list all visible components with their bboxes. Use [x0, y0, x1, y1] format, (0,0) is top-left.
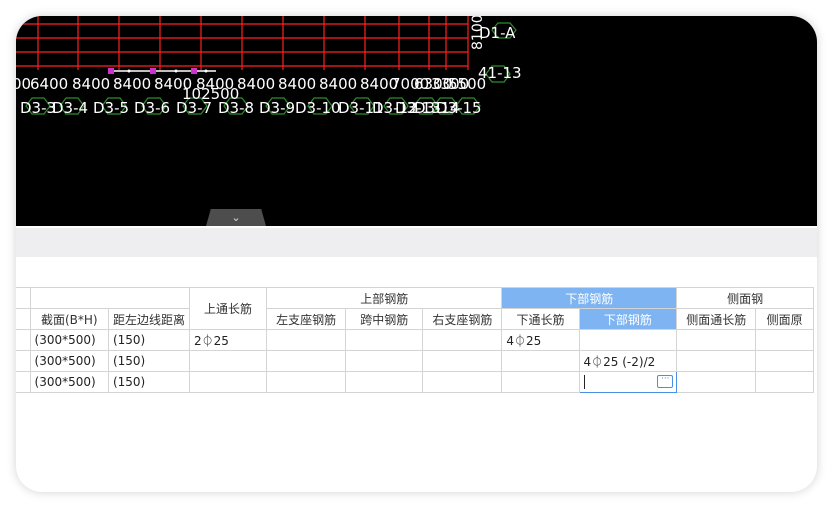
beam-labels: D3-3 D3-4 D3-5 D3-6 D3-7 D3-8 D3-9 D3-10…	[20, 99, 482, 117]
cell-side-through[interactable]	[676, 350, 757, 372]
app-window: D1-A 41-13 8100 00 6400 8400 8400 8400 8…	[16, 16, 817, 492]
cell-left-support[interactable]	[266, 371, 347, 393]
cell-left-dist[interactable]: (150)	[107, 329, 190, 351]
cell-top-through[interactable]	[188, 350, 268, 372]
cell-bottom-through[interactable]	[501, 371, 580, 393]
cell-side-extra[interactable]	[755, 350, 814, 372]
more-options-button[interactable]: ···	[657, 375, 674, 388]
cell-mid-span[interactable]	[345, 371, 424, 393]
header-group-side-rebar[interactable]: 侧面钢	[676, 287, 814, 309]
table-row: (300*500) (150) ···	[16, 371, 814, 393]
header-blank	[30, 287, 190, 309]
beam-label: D3-4	[52, 99, 88, 117]
header-bottom-through[interactable]: 下通长筋	[501, 308, 580, 330]
cell-bottom-rebar-editing[interactable]: ···	[578, 371, 678, 393]
header-group-top-rebar[interactable]: 上部钢筋	[266, 287, 503, 309]
row-index-cell[interactable]	[16, 329, 31, 351]
collapse-panel-button[interactable]: ⌄	[206, 209, 266, 226]
beam-label: D3-5	[93, 99, 129, 117]
row-index-cell[interactable]	[16, 371, 31, 393]
cell-bottom-through[interactable]	[501, 350, 580, 372]
axis-grid	[16, 16, 469, 70]
beam-label: D3-7	[176, 99, 212, 117]
dimension-labels: 00 6400 8400 8400 8400 8400 8400 8400 84…	[16, 75, 486, 93]
cell-left-support[interactable]	[266, 329, 347, 351]
cell-side-extra[interactable]	[755, 329, 814, 351]
cell-side-extra[interactable]	[755, 371, 814, 393]
dim-label: 8400	[237, 75, 275, 93]
cell-bottom-rebar[interactable]	[578, 329, 678, 351]
cell-mid-span[interactable]	[345, 329, 424, 351]
chevron-down-icon: ⌄	[231, 211, 241, 224]
header-side-extra[interactable]: 侧面原	[755, 308, 814, 330]
dim-label: 00	[16, 75, 31, 93]
header-row-index	[16, 308, 31, 330]
row-index-cell[interactable]	[16, 350, 31, 372]
header-side-through[interactable]: 侧面通长筋	[676, 308, 757, 330]
header-mid-span[interactable]: 跨中钢筋	[345, 308, 424, 330]
cell-left-dist[interactable]: (150)	[107, 350, 190, 372]
cell-left-dist[interactable]: (150)	[107, 371, 190, 393]
panel-separator	[16, 228, 817, 257]
beam-rebar-table: 上通长筋 上部钢筋 下部钢筋 侧面钢 截面(B*H) 距左边线距离 左支座钢筋 …	[16, 287, 817, 397]
dim-label: 8400	[278, 75, 316, 93]
cell-left-support[interactable]	[266, 350, 347, 372]
header-group-bottom-rebar[interactable]: 下部钢筋	[501, 287, 678, 309]
text-caret	[583, 375, 585, 390]
header-left-dist[interactable]: 距左边线距离	[107, 308, 190, 330]
cell-right-support[interactable]	[422, 329, 503, 351]
header-top-through[interactable]: 上通长筋	[188, 287, 268, 330]
vertical-dim-label: 8100	[470, 16, 486, 50]
cell-bottom-through[interactable]: 4⏀25	[501, 329, 580, 351]
cell-section[interactable]: (300*500)	[29, 329, 109, 351]
cell-side-through[interactable]	[676, 371, 757, 393]
cell-top-through[interactable]	[188, 371, 268, 393]
header-bottom-rebar[interactable]: 下部钢筋	[578, 308, 678, 330]
dim-label: 8400	[72, 75, 110, 93]
dim-label: 5500	[448, 75, 486, 93]
table-row: (300*500) (150) 2⏀25 4⏀25	[16, 329, 814, 351]
cell-right-support[interactable]	[422, 350, 503, 372]
table-row: (300*500) (150) 4⏀25 (-2)/2	[16, 350, 814, 372]
beam-label: D3-10	[295, 99, 341, 117]
header-section[interactable]: 截面(B*H)	[29, 308, 109, 330]
cell-bottom-rebar[interactable]: 4⏀25 (-2)/2	[578, 350, 678, 372]
header-right-support[interactable]: 右支座钢筋	[422, 308, 503, 330]
beam-label: D3-8	[218, 99, 254, 117]
cell-mid-span[interactable]	[345, 350, 424, 372]
cad-drawing[interactable]: D1-A 41-13 8100 00 6400 8400 8400 8400 8…	[16, 16, 817, 226]
header-blank	[16, 287, 31, 309]
beam-label: D3-6	[134, 99, 170, 117]
beam-label: D3-15	[436, 99, 482, 117]
cell-right-support[interactable]	[422, 371, 503, 393]
header-left-support[interactable]: 左支座钢筋	[266, 308, 347, 330]
cell-top-through[interactable]: 2⏀25	[188, 329, 268, 351]
dim-label: 8400	[113, 75, 151, 93]
dim-label: 6400	[30, 75, 68, 93]
cad-canvas[interactable]: D1-A 41-13 8100 00 6400 8400 8400 8400 8…	[16, 16, 817, 226]
beam-label: D3-9	[259, 99, 295, 117]
cell-section[interactable]: (300*500)	[29, 350, 109, 372]
dim-label: 8400	[319, 75, 357, 93]
beam-label: D3-3	[20, 99, 56, 117]
cell-side-through[interactable]	[676, 329, 757, 351]
cell-section[interactable]: (300*500)	[29, 371, 109, 393]
